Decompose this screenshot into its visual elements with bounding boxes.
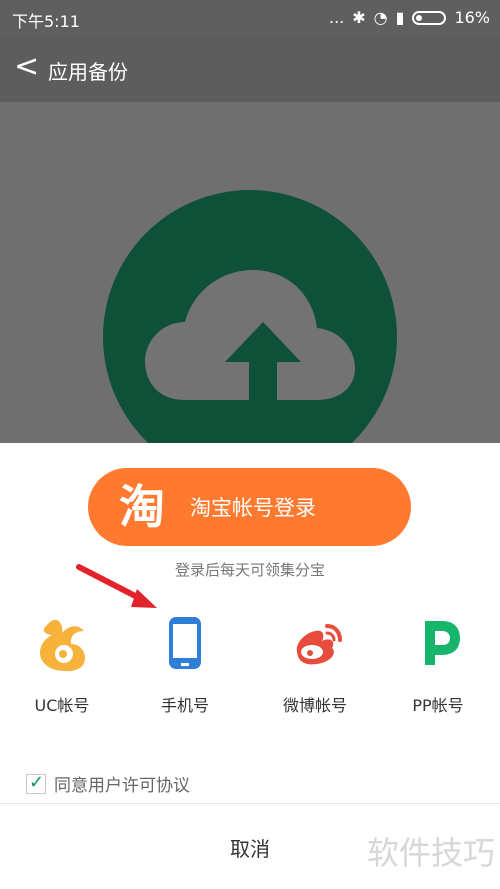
phone-login-option[interactable]: 手机号 <box>130 613 240 716</box>
pp-login-option[interactable]: PP帐号 <box>383 613 493 716</box>
agreement-checkbox[interactable] <box>26 772 46 794</box>
divider <box>0 803 500 804</box>
signal-icon: ▮ <box>395 8 405 27</box>
app-bar: < 应用备份 <box>0 36 500 102</box>
bluetooth-icon: ✱ <box>352 8 366 27</box>
weibo-login-option[interactable]: 微博帐号 <box>260 613 370 716</box>
red-arrow-icon <box>76 564 157 608</box>
agreement-row[interactable]: 同意用户许可协议 <box>26 771 190 796</box>
more-dots-icon: ... <box>328 8 345 27</box>
uc-login-option[interactable]: UC帐号 <box>7 613 117 716</box>
battery-percent: 16% <box>454 8 490 27</box>
page-title: 应用备份 <box>48 60 128 84</box>
weibo-icon <box>296 624 342 665</box>
login-label: UC帐号 <box>34 696 90 715</box>
taobao-login-button[interactable]: 淘 淘宝帐号登录 <box>88 468 411 546</box>
phone-icon <box>169 617 201 669</box>
login-label: 手机号 <box>160 696 209 715</box>
login-label: 微博帐号 <box>282 696 347 715</box>
battery-icon <box>412 10 447 25</box>
wifi-icon: ◔ <box>373 8 388 27</box>
back-button[interactable]: < <box>14 52 39 82</box>
login-sheet: 淘 淘宝帐号登录 登录后每天可领集分宝 UC帐号 手机号 微博帐号 PP帐号 ✓… <box>0 443 500 889</box>
taobao-login-label: 淘宝帐号登录 <box>190 496 316 520</box>
status-bar: 下午5:11 ... ✱ ◔ ▮ 16% <box>0 0 500 36</box>
pp-icon <box>425 621 460 665</box>
status-time: 下午5:11 <box>12 12 80 31</box>
login-options: UC帐号 手机号 微博帐号 PP帐号 <box>0 613 500 716</box>
squirrel-icon <box>40 619 85 672</box>
cloud-upload-icon <box>145 270 355 400</box>
agreement-label: 同意用户许可协议 <box>54 776 190 796</box>
watermark-text: 软件技巧 <box>366 834 495 872</box>
taobao-icon: 淘 <box>119 480 165 534</box>
status-icons: ... ✱ ◔ ▮ 16% <box>329 8 490 27</box>
login-label: PP帐号 <box>412 696 464 715</box>
